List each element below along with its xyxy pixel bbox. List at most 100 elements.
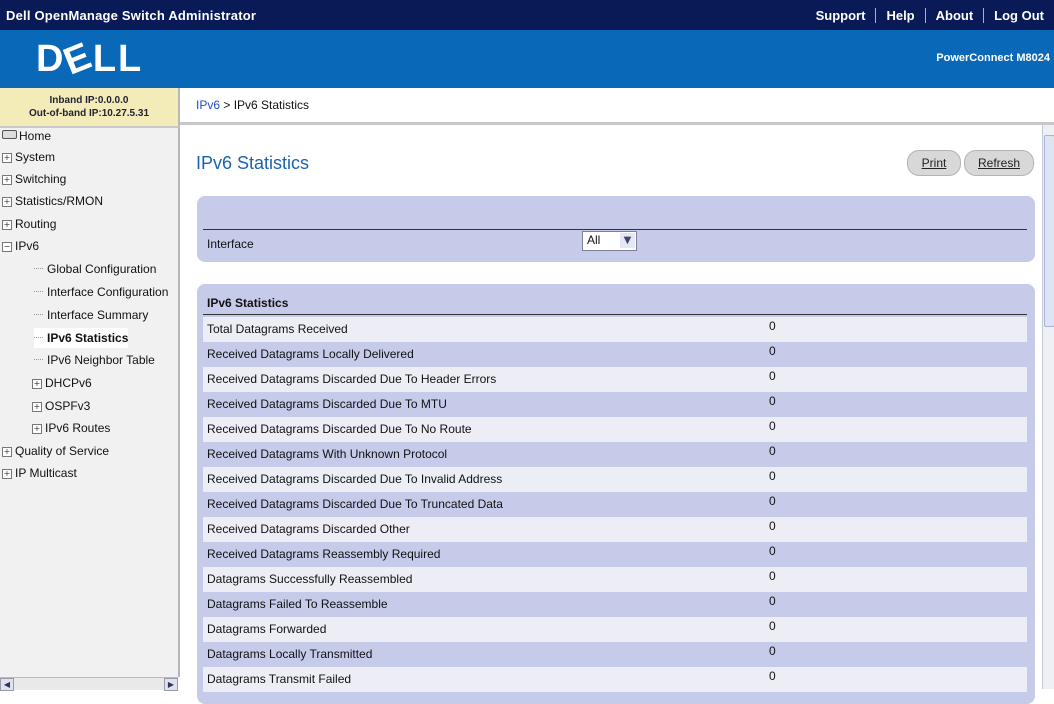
nav-item-interface-configuration[interactable]: Interface Configuration: [34, 282, 168, 302]
nav-item-ipv6[interactable]: − IPv6: [2, 236, 39, 256]
expand-icon[interactable]: +: [2, 175, 12, 185]
stat-value: 0: [769, 569, 776, 583]
nav-item-dhcpv6[interactable]: + DHCPv6: [32, 373, 92, 393]
inband-ip: Inband IP:0.0.0.0: [49, 95, 129, 106]
table-row: Received Datagrams Discarded Other 0: [203, 517, 1027, 542]
dell-logo: DELL: [36, 34, 143, 83]
interface-panel: Interface All ▼: [197, 196, 1035, 262]
tree-line: [34, 314, 43, 315]
expand-icon[interactable]: +: [2, 197, 12, 207]
chevron-down-icon[interactable]: ▼: [620, 233, 635, 248]
header-banner: DELL PowerConnect M8024: [0, 30, 1054, 88]
main-content: IPv6 Statistics Print Refresh Interface …: [180, 125, 1042, 704]
nav-tree: Home + System + Switching + Statistics/RMON…: [0, 128, 180, 677]
stat-label: Received Datagrams With Unknown Protocol: [207, 447, 448, 461]
expand-icon[interactable]: +: [2, 153, 12, 163]
main-vertical-scrollbar[interactable]: [1042, 125, 1054, 689]
app-title: Dell OpenManage Switch Administrator: [6, 8, 257, 23]
breadcrumb-current: IPv6 Statistics: [233, 98, 310, 112]
stat-value: 0: [769, 619, 776, 633]
stat-label: Datagrams Failed To Reassemble: [207, 597, 388, 611]
nav-item-ipv6-statistics[interactable]: IPv6 Statistics: [34, 328, 129, 348]
tree-line: [34, 359, 43, 360]
home-icon: [2, 130, 17, 139]
statistics-panel: IPv6 Statistics Total Datagrams Received…: [197, 284, 1035, 704]
expand-icon[interactable]: +: [32, 379, 42, 389]
nav-item-ospfv3[interactable]: + OSPFv3: [32, 396, 90, 416]
nav-item-ipv6-neighbor-table[interactable]: IPv6 Neighbor Table: [34, 350, 155, 370]
stat-label: Datagrams Transmit Failed: [207, 672, 352, 686]
help-link[interactable]: Help: [875, 7, 924, 23]
support-link[interactable]: Support: [806, 8, 876, 23]
nav-label: IPv6 Routes: [45, 421, 111, 435]
stat-label: Received Datagrams Discarded Due To Inva…: [207, 472, 503, 486]
scrollbar-thumb[interactable]: [1044, 135, 1054, 327]
nav-horizontal-scrollbar[interactable]: ◀ ▶: [0, 677, 178, 691]
stat-value: 0: [769, 419, 776, 433]
expand-icon[interactable]: +: [2, 447, 12, 457]
table-row: Total Datagrams Received 0: [203, 317, 1027, 342]
interface-select-value: All: [587, 233, 601, 247]
table-row: Received Datagrams Reassembly Required 0: [203, 542, 1027, 567]
nav-label: IPv6 Statistics: [47, 331, 129, 345]
nav-label: Statistics/RMON: [15, 194, 104, 208]
table-row: Received Datagrams Discarded Due To MTU 0: [203, 392, 1027, 417]
stat-value: 0: [769, 319, 776, 333]
print-button[interactable]: Print: [907, 150, 961, 176]
stat-value: 0: [769, 369, 776, 383]
breadcrumb-separator: >: [220, 98, 234, 112]
expand-icon[interactable]: +: [2, 220, 12, 230]
table-row: Received Datagrams Discarded Due To Head…: [203, 367, 1027, 392]
nav-item-ip-multicast[interactable]: + IP Multicast: [2, 463, 77, 483]
breadcrumb: IPv6 > IPv6 Statistics: [180, 88, 1054, 125]
nav-item-switching[interactable]: + Switching: [2, 169, 66, 189]
stat-label: Datagrams Locally Transmitted: [207, 647, 373, 661]
collapse-icon[interactable]: −: [2, 242, 12, 252]
stat-value: 0: [769, 669, 776, 683]
table-row: Received Datagrams Discarded Due To Inva…: [203, 467, 1027, 492]
nav-label: Home: [19, 129, 52, 143]
nav-item-statistics[interactable]: + Statistics/RMON: [2, 191, 103, 211]
refresh-button[interactable]: Refresh: [964, 150, 1034, 176]
tree-line: [34, 291, 43, 292]
tree-line: [34, 268, 43, 269]
nav-item-quality-of-service[interactable]: + Quality of Service: [2, 441, 109, 461]
stat-value: 0: [769, 469, 776, 483]
stat-label: Datagrams Forwarded: [207, 622, 327, 636]
nav-item-interface-summary[interactable]: Interface Summary: [34, 305, 148, 325]
nav-item-ipv6-routes[interactable]: + IPv6 Routes: [32, 418, 110, 438]
table-row: Datagrams Forwarded 0: [203, 617, 1027, 642]
table-row: Received Datagrams Locally Delivered 0: [203, 342, 1027, 367]
interface-select[interactable]: All ▼: [582, 231, 637, 251]
breadcrumb-link-ipv6[interactable]: IPv6: [196, 98, 220, 112]
stat-value: 0: [769, 544, 776, 558]
table-row: Received Datagrams Discarded Due To No R…: [203, 417, 1027, 442]
table-row: Datagrams Locally Transmitted 0: [203, 642, 1027, 667]
interface-label: Interface: [207, 237, 254, 251]
nav-label: Switching: [15, 172, 67, 186]
expand-icon[interactable]: +: [32, 424, 42, 434]
logout-link[interactable]: Log Out: [983, 7, 1054, 23]
stat-label: Datagrams Successfully Reassembled: [207, 572, 413, 586]
nav-label: IP Multicast: [15, 466, 77, 480]
nav-label: Quality of Service: [15, 444, 110, 458]
nav-item-home[interactable]: Home: [2, 128, 51, 146]
divider: [203, 314, 1027, 315]
stat-value: 0: [769, 444, 776, 458]
nav-item-global-configuration[interactable]: Global Configuration: [34, 259, 156, 279]
ip-info-box: Inband IP:0.0.0.0 Out-of-band IP:10.27.5…: [0, 88, 180, 128]
about-link[interactable]: About: [924, 7, 984, 23]
scroll-right-icon[interactable]: ▶: [164, 678, 178, 691]
nav-item-routing[interactable]: + Routing: [2, 214, 56, 234]
statistics-heading: IPv6 Statistics: [207, 296, 289, 310]
outband-ip: Out-of-band IP:10.27.5.31: [28, 108, 150, 119]
table-row: Datagrams Failed To Reassemble 0: [203, 592, 1027, 617]
stat-label: Received Datagrams Discarded Other: [207, 522, 410, 536]
expand-icon[interactable]: +: [2, 469, 12, 479]
tree-line: [34, 337, 43, 338]
stat-value: 0: [769, 394, 776, 408]
nav-item-system[interactable]: + System: [2, 147, 55, 167]
expand-icon[interactable]: +: [32, 402, 42, 412]
top-links: Support Help About Log Out: [806, 0, 1054, 30]
scroll-left-icon[interactable]: ◀: [0, 678, 14, 691]
